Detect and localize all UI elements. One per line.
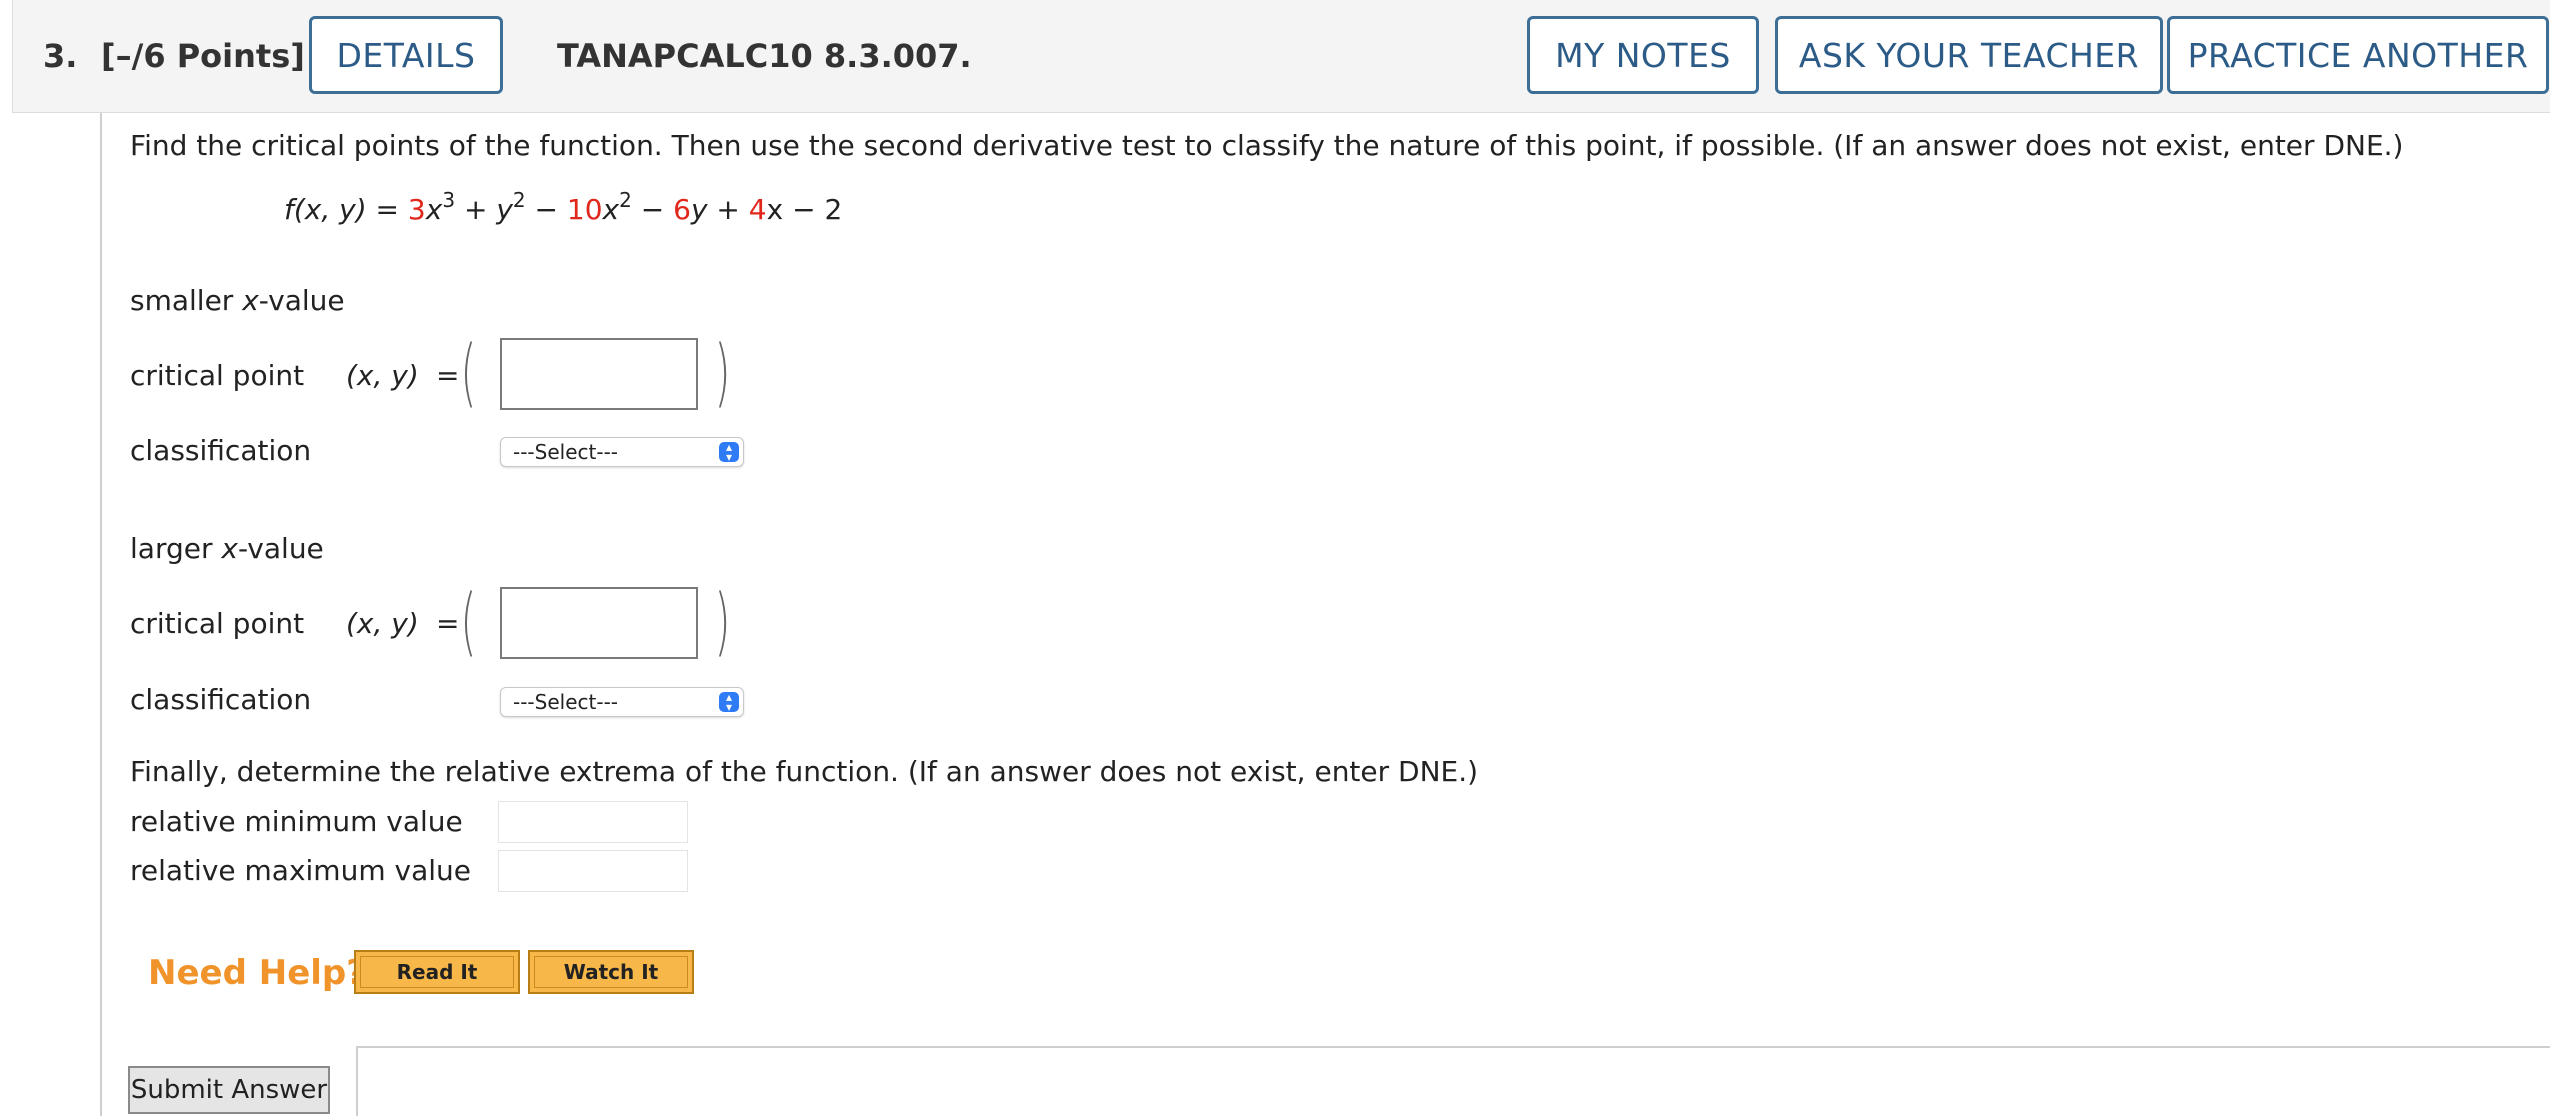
xy-label: (x, y) [346, 607, 419, 640]
chevron-updown-icon: ▴ ▾ [719, 691, 739, 713]
exp-2: 2 [512, 188, 526, 212]
critical-point-label: critical point [130, 359, 305, 392]
submit-answer-button[interactable]: Submit Answer [128, 1066, 330, 1114]
classification-label: classification [130, 683, 312, 716]
function-lhs: f(x, y) = [284, 193, 408, 226]
function-expression: f(x, y) = 3x3 + y2 − 10x2 − 6y + 4x − 2 [284, 190, 843, 228]
term-tail: x − 2 [766, 193, 843, 226]
critical-point-input-smaller[interactable] [500, 338, 698, 410]
right-paren: ) [714, 579, 731, 665]
exp-3: 2 [619, 188, 632, 212]
heading-suffix: -value [258, 284, 345, 317]
classification-select-smaller[interactable]: ---Select--- ▴ ▾ [500, 437, 744, 467]
heading-prefix: smaller [130, 284, 243, 317]
left-paren: ( [460, 579, 477, 665]
extrema-instructions: Finally, determine the relative extrema … [130, 755, 1479, 788]
question-header: 3. [–/6 Points] DETAILS TANAPCALC10 8.3.… [12, 0, 2550, 113]
need-help-label: Need Help? [148, 953, 366, 993]
exp-1: 3 [442, 188, 456, 212]
watch-it-label: Watch It [534, 956, 688, 988]
chevron-updown-icon: ▴ ▾ [719, 441, 739, 463]
coef-2: 10 [566, 193, 603, 226]
right-paren: ) [714, 330, 731, 416]
left-paren: ( [460, 330, 477, 416]
coef-4: 4 [748, 193, 767, 226]
term-x: x [425, 193, 443, 226]
coef-3: 6 [673, 193, 691, 226]
heading-suffix: -value [237, 532, 324, 565]
instructions-text: Find the critical points of the function… [130, 129, 2404, 162]
problem-code: TANAPCALC10 8.3.007. [557, 37, 972, 75]
classification-label: classification [130, 434, 312, 467]
watch-it-button[interactable]: Watch It [528, 950, 694, 994]
answer-footer-box [356, 1046, 2550, 1116]
relative-min-label: relative minimum value [130, 805, 463, 838]
equals-sign: = [436, 359, 460, 392]
critical-point-label: critical point [130, 607, 305, 640]
read-it-label: Read It [360, 956, 514, 988]
term-y: + y [455, 193, 513, 226]
larger-x-heading: larger x-value [130, 531, 324, 567]
term-x2: x [602, 193, 620, 226]
smaller-x-heading: smaller x-value [130, 283, 345, 319]
practice-another-button[interactable]: PRACTICE ANOTHER [2167, 16, 2549, 94]
read-it-button[interactable]: Read It [354, 950, 520, 994]
select-value: ---Select--- [513, 440, 618, 464]
relative-min-input[interactable] [498, 801, 688, 843]
heading-prefix: larger [130, 532, 222, 565]
details-button[interactable]: DETAILS [309, 16, 503, 94]
heading-var: x [221, 532, 238, 565]
classification-select-larger[interactable]: ---Select--- ▴ ▾ [500, 687, 744, 717]
coef-1: 3 [407, 193, 426, 226]
my-notes-button[interactable]: MY NOTES [1527, 16, 1759, 94]
op-minus-2: − [631, 193, 674, 226]
heading-var: x [242, 284, 259, 317]
points-label: [–/6 Points] [101, 37, 305, 75]
equals-sign: = [436, 607, 460, 640]
critical-point-input-larger[interactable] [500, 587, 698, 659]
xy-label: (x, y) [346, 359, 419, 392]
select-value: ---Select--- [513, 690, 618, 714]
question-number: 3. [43, 37, 78, 75]
relative-max-label: relative maximum value [130, 854, 471, 887]
ask-teacher-button[interactable]: ASK YOUR TEACHER [1775, 16, 2163, 94]
relative-max-input[interactable] [498, 850, 688, 892]
op-minus-1: − [525, 193, 567, 226]
term-y2: y + [690, 193, 749, 226]
